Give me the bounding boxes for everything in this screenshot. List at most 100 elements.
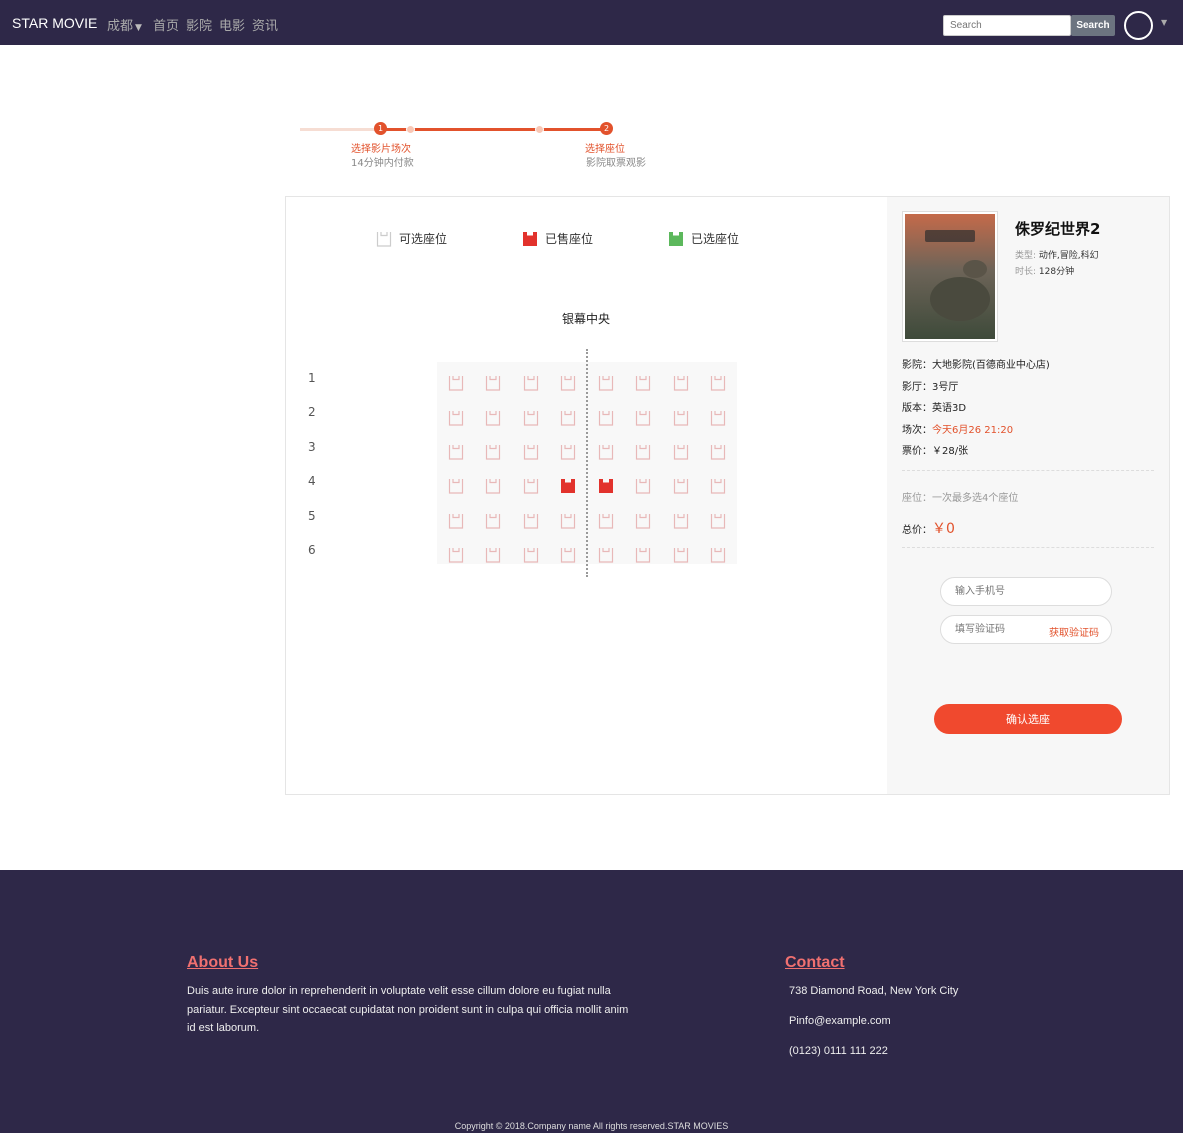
get-code-button[interactable]: 获取验证码	[1049, 624, 1099, 639]
phone-input[interactable]	[940, 577, 1112, 606]
available-seat-icon[interactable]	[512, 410, 550, 426]
contact-email: Pinfo@example.com	[789, 1015, 891, 1027]
available-seat-icon[interactable]	[662, 375, 700, 391]
available-seat-icon[interactable]	[662, 444, 700, 460]
available-seat-icon[interactable]	[662, 478, 700, 494]
available-seat-icon[interactable]	[625, 444, 663, 460]
legend-available-label: 可选座位	[399, 232, 448, 246]
movie-title: 侏罗纪世界2	[1015, 220, 1101, 238]
available-seat-icon[interactable]	[437, 513, 475, 529]
available-seat-icon[interactable]	[625, 410, 663, 426]
available-seat-icon[interactable]	[587, 375, 625, 391]
legend-available: 可选座位	[376, 230, 447, 247]
available-seat-icon[interactable]	[700, 478, 738, 494]
available-seat-icon[interactable]	[437, 375, 475, 391]
legend-sold-label: 已售座位	[545, 232, 594, 246]
available-seat-icon[interactable]	[550, 547, 588, 563]
available-seat-icon[interactable]	[662, 547, 700, 563]
nav-movies[interactable]: 电影	[219, 15, 245, 34]
about-us-text: Duis aute irure dolor in reprehenderit i…	[187, 985, 629, 1034]
session-info: 影院：大地影院(百德商业中心店) 影厅：3号厅 版本：英语3D 场次：今天6月2…	[902, 359, 1050, 467]
cinema-info: 影院：大地影院(百德商业中心店)	[902, 360, 1050, 371]
total-price-value: ￥0	[932, 521, 955, 537]
available-seat-icon[interactable]	[550, 513, 588, 529]
search-input[interactable]	[943, 15, 1071, 36]
seat-selection-panel: 可选座位 已售座位 已选座位 银幕中央 123456 侏罗纪世界2 类型: 动作…	[285, 196, 1170, 795]
available-seat-icon[interactable]	[550, 375, 588, 391]
available-seat-icon[interactable]	[550, 444, 588, 460]
available-seat-icon[interactable]	[475, 444, 513, 460]
available-seat-icon[interactable]	[625, 547, 663, 563]
seat-map-area: 可选座位 已售座位 已选座位 银幕中央 1 2 3 4 5 6	[286, 197, 887, 794]
available-seat-icon[interactable]	[512, 478, 550, 494]
available-seat-icon[interactable]	[512, 513, 550, 529]
movie-type: 类型: 动作,冒险,科幻	[1015, 251, 1099, 261]
progress-steps: 1 2 选择影片场次 14分钟内付款 选择座位 影院取票观影	[300, 118, 670, 173]
footer: About Us Duis aute irure dolor in repreh…	[0, 870, 1183, 1133]
available-seat-icon	[376, 231, 392, 247]
order-info-panel: 侏罗纪世界2 类型: 动作,冒险,科幻 时长: 128分钟 影院：大地影院(百德…	[887, 197, 1169, 794]
selected-seat-icon	[669, 231, 683, 246]
available-seat-icon[interactable]	[587, 444, 625, 460]
available-seat-icon[interactable]	[662, 513, 700, 529]
contact-phone: (0123) 0111 111 222	[789, 1045, 888, 1057]
brand-logo[interactable]: STAR MOVIE	[12, 15, 97, 31]
available-seat-icon[interactable]	[587, 547, 625, 563]
main-nav: 首页 影院 电影 资讯	[153, 15, 278, 34]
top-navbar: STAR MOVIE 成都▼ 首页 影院 电影 资讯 Search ▼	[0, 0, 1183, 45]
step-2-subtitle: 影院取票观影	[586, 158, 646, 169]
available-seat-icon[interactable]	[512, 444, 550, 460]
nav-home[interactable]: 首页	[153, 15, 179, 34]
available-seat-icon[interactable]	[437, 410, 475, 426]
version-info: 版本：英语3D	[902, 403, 967, 414]
selected-seats-info: 座位：一次最多选4个座位	[902, 493, 1019, 504]
available-seat-icon[interactable]	[700, 513, 738, 529]
available-seat-icon[interactable]	[587, 513, 625, 529]
available-seat-icon[interactable]	[475, 513, 513, 529]
city-label: 成都	[107, 19, 134, 34]
contact-address: 738 Diamond Road, New York City	[789, 985, 959, 997]
user-avatar[interactable]	[1124, 11, 1153, 40]
available-seat-icon[interactable]	[700, 375, 738, 391]
available-seat-icon[interactable]	[475, 478, 513, 494]
row-number: 6	[308, 542, 316, 557]
user-menu-caret-icon[interactable]: ▼	[1161, 18, 1167, 27]
step-line-pending	[300, 128, 380, 131]
available-seat-icon[interactable]	[700, 444, 738, 460]
available-seat-icon[interactable]	[625, 478, 663, 494]
sold-seat-icon	[523, 231, 537, 246]
sold-seat-icon	[550, 478, 588, 494]
available-seat-icon[interactable]	[437, 547, 475, 563]
available-seat-icon[interactable]	[700, 410, 738, 426]
available-seat-icon[interactable]	[475, 375, 513, 391]
available-seat-icon[interactable]	[587, 410, 625, 426]
available-seat-icon[interactable]	[625, 513, 663, 529]
available-seat-icon[interactable]	[550, 410, 588, 426]
about-us-heading[interactable]: About Us	[187, 954, 258, 972]
nav-cinemas[interactable]: 影院	[186, 15, 212, 34]
city-selector[interactable]: 成都 ▼	[107, 15, 142, 34]
available-seat-icon[interactable]	[700, 547, 738, 563]
available-seat-icon[interactable]	[662, 410, 700, 426]
session-time-info: 场次：今天6月26 21:20	[902, 424, 1014, 436]
legend-selected-label: 已选座位	[691, 232, 740, 246]
available-seat-icon[interactable]	[475, 547, 513, 563]
row-numbers: 1 2 3 4 5 6	[308, 361, 316, 567]
available-seat-icon[interactable]	[512, 547, 550, 563]
confirm-seat-button[interactable]: 确认选座	[934, 704, 1122, 734]
available-seat-icon[interactable]	[625, 375, 663, 391]
available-seat-icon[interactable]	[475, 410, 513, 426]
search-button[interactable]: Search	[1071, 15, 1115, 36]
step-1-marker: 1	[374, 122, 387, 135]
row-number: 3	[308, 439, 316, 454]
nav-news[interactable]: 资讯	[252, 15, 278, 34]
copyright-text: Copyright © 2018.Company name All rights…	[454, 1121, 729, 1131]
available-seat-icon[interactable]	[512, 375, 550, 391]
poster-image	[905, 214, 995, 339]
row-number: 4	[308, 474, 316, 489]
row-number: 2	[308, 405, 316, 420]
contact-heading[interactable]: Contact	[785, 954, 845, 972]
movie-duration: 时长: 128分钟	[1015, 267, 1075, 277]
available-seat-icon[interactable]	[437, 478, 475, 494]
available-seat-icon[interactable]	[437, 444, 475, 460]
